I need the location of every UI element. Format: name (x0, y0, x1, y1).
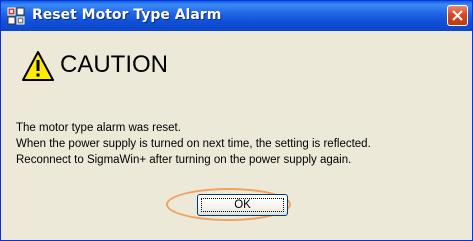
ok-button-label: OK (234, 199, 251, 211)
sigma-app-icon (7, 7, 25, 25)
dialog-body: CAUTION The motor type alarm was reset. … (4, 31, 469, 237)
message-line: When the power supply is turned on next … (16, 138, 371, 150)
message-line: The motor type alarm was reset. (16, 122, 181, 134)
message-line: Reconnect to SigmaWin+ after turning on … (16, 154, 352, 166)
ok-button[interactable]: OK (197, 194, 288, 216)
window-title: Reset Motor Type Alarm (32, 7, 222, 23)
title-bar[interactable]: Reset Motor Type Alarm (1, 1, 472, 31)
close-button[interactable] (447, 5, 468, 26)
caution-heading: CAUTION (60, 51, 168, 78)
close-icon (452, 10, 463, 21)
warning-triangle-icon (22, 51, 54, 81)
dialog-window: Reset Motor Type Alarm CAUTION The motor… (0, 0, 473, 241)
message-text: The motor type alarm was reset. When the… (16, 120, 371, 168)
